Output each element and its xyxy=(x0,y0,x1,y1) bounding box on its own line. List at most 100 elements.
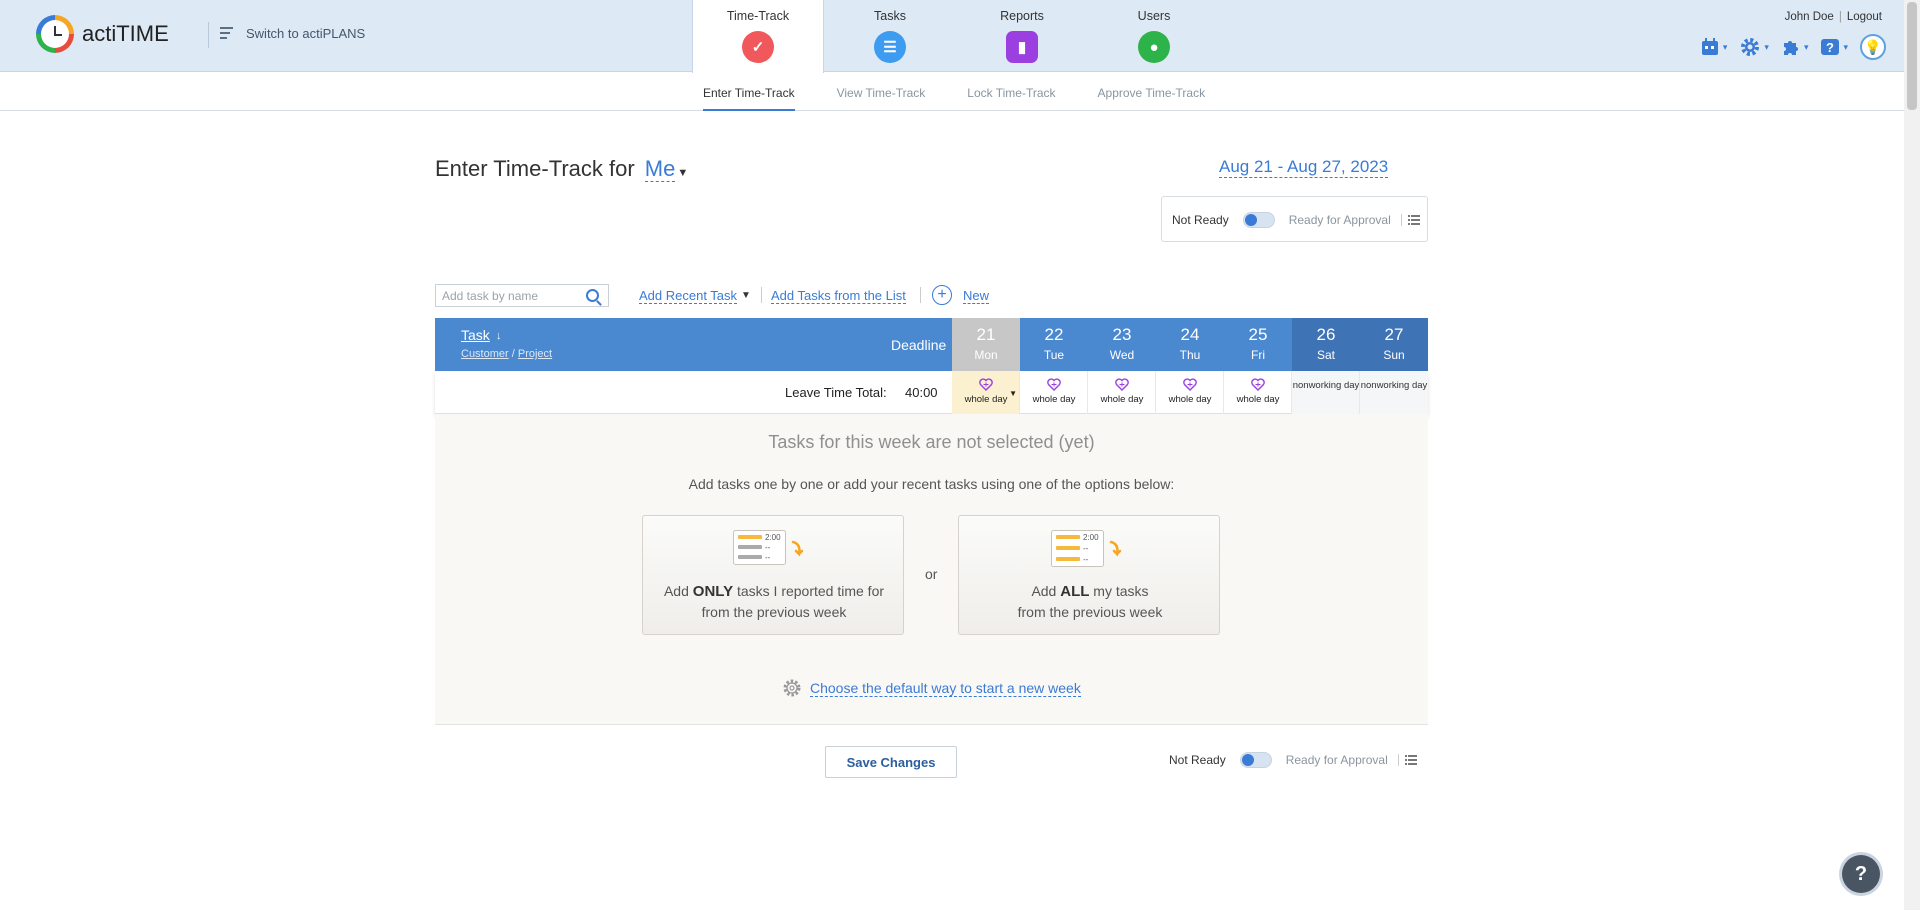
day-number: 21 xyxy=(976,325,996,344)
tab-tasks[interactable]: Tasks ☰ xyxy=(824,0,956,72)
switch-to-actiplans-link[interactable]: Switch to actiPLANS xyxy=(218,25,365,41)
leave-cell-mon[interactable]: whole day ▼ xyxy=(952,371,1020,414)
new-task-link[interactable]: New xyxy=(963,288,990,304)
lightbulb-icon[interactable]: 💡 xyxy=(1860,34,1886,60)
scrollbar-thumb[interactable] xyxy=(1907,2,1917,110)
toolbar-separator xyxy=(761,287,762,303)
doc-lines-icon xyxy=(218,25,236,41)
project-sort[interactable]: Project xyxy=(518,348,552,360)
day-header-sun: 27 Sun xyxy=(1360,318,1428,371)
list-icon: ☰ xyxy=(874,31,906,63)
approval-status-box: Not Ready Ready for Approval xyxy=(1161,196,1428,242)
caret-down-icon[interactable]: ▼ xyxy=(1009,389,1017,398)
actitime-logo[interactable]: actiTIME xyxy=(36,15,169,53)
logout-link[interactable]: Logout xyxy=(1847,11,1882,23)
chevron-down-icon: ▾ xyxy=(1843,41,1848,52)
save-changes-button[interactable]: Save Changes xyxy=(825,746,957,778)
addons-menu[interactable]: ▾ xyxy=(1781,37,1808,57)
page-title: Enter Time-Track for Me ▼ xyxy=(435,156,688,182)
leave-cell-text: nonworking day xyxy=(1360,380,1428,391)
help-menu[interactable]: ? ▾ xyxy=(1820,37,1848,57)
caret-down-icon[interactable]: ▼ xyxy=(677,167,688,179)
default-week-start-link[interactable]: Choose the default way to start a new we… xyxy=(782,678,1081,698)
option-dash-text: -- xyxy=(1083,555,1089,564)
tab-reports[interactable]: Reports ▮ xyxy=(956,0,1088,72)
customer-sort[interactable]: Customer xyxy=(461,348,509,360)
leave-cell-thu[interactable]: whole day xyxy=(1156,371,1224,414)
subtab-approve-time-track[interactable]: Approve Time-Track xyxy=(1098,86,1206,111)
option-bold: ALL xyxy=(1060,583,1090,600)
tab-label: Tasks xyxy=(874,9,906,23)
leave-cell-tue[interactable]: whole day xyxy=(1020,371,1088,414)
day-name: Sat xyxy=(1316,348,1335,362)
main-nav-tabs: Time-Track ✓ Tasks ☰ Reports ▮ Users ● xyxy=(692,0,1220,73)
task-search-box xyxy=(435,284,609,307)
add-all-tasks-button[interactable]: 2:00 -- -- Add ALL my tasks from the pre… xyxy=(958,515,1220,635)
calendar-menu[interactable]: ▾ xyxy=(1700,37,1728,57)
add-only-reported-tasks-button[interactable]: 2:00 -- -- Add ONLY tasks I reported tim… xyxy=(642,515,904,635)
help-floating-button[interactable]: ? xyxy=(1842,855,1880,893)
leave-cell-wed[interactable]: whole day xyxy=(1088,371,1156,414)
week-date-range[interactable]: Aug 21 - Aug 27, 2023 xyxy=(1219,157,1389,178)
vertical-scrollbar[interactable] xyxy=(1904,0,1920,910)
task-column-sort[interactable]: Task xyxy=(461,327,490,343)
leave-cell-text: whole day xyxy=(1168,394,1212,405)
timetrack-table-header: Task ↓ Customer / Project Deadline 21 Mo… xyxy=(435,318,1428,371)
day-name: Sun xyxy=(1383,348,1405,362)
add-task-input[interactable] xyxy=(436,288,582,303)
empty-subtitle: Add tasks one by one or add your recent … xyxy=(688,476,1175,492)
page-title-prefix: Enter Time-Track for xyxy=(435,156,635,181)
empty-week-panel: Tasks for this week are not selected (ye… xyxy=(435,414,1428,725)
task-subheader: Customer / Project xyxy=(461,348,552,360)
user-selector[interactable]: Me xyxy=(644,156,676,182)
leave-time-total: 40:00 xyxy=(905,385,938,400)
tab-users[interactable]: Users ● xyxy=(1088,0,1220,72)
user-name[interactable]: John Doe xyxy=(1785,11,1834,23)
option-text: my tasks xyxy=(1089,583,1149,599)
day-number: 27 xyxy=(1384,325,1404,344)
subtab-enter-time-track[interactable]: Enter Time-Track xyxy=(703,86,795,111)
day-name: Fri xyxy=(1251,348,1265,362)
sort-arrow-icon[interactable]: ↓ xyxy=(496,330,502,342)
default-week-start-text[interactable]: Choose the default way to start a new we… xyxy=(810,680,1081,697)
leave-cell-text: nonworking day xyxy=(1292,380,1360,391)
tab-label: Reports xyxy=(1000,9,1044,23)
settings-menu[interactable]: ▾ xyxy=(1739,36,1769,58)
chevron-down-icon: ▾ xyxy=(1722,41,1728,52)
user-area: John Doe | Logout xyxy=(1784,11,1882,23)
option-time-text: 2:00 xyxy=(1083,533,1099,542)
leave-heart-icon xyxy=(1115,378,1129,391)
day-header-mon: 21 Mon xyxy=(952,318,1020,371)
empty-title: Tasks for this week are not selected (ye… xyxy=(768,432,1095,452)
check-icon: ✓ xyxy=(742,31,774,63)
top-header: actiTIME Switch to actiPLANS Time-Track … xyxy=(0,0,1920,73)
approval-toggle[interactable] xyxy=(1239,752,1272,768)
list-icon[interactable] xyxy=(1400,214,1420,226)
subtab-lock-time-track[interactable]: Lock Time-Track xyxy=(967,86,1055,111)
switch-label: Switch to actiPLANS xyxy=(246,25,366,41)
option-text: Add xyxy=(1031,583,1061,599)
chevron-down-icon: ▾ xyxy=(1764,41,1769,52)
subtab-view-time-track[interactable]: View Time-Track xyxy=(837,86,926,111)
chart-icon: ▮ xyxy=(1006,31,1038,63)
day-header-wed: 23 Wed xyxy=(1088,318,1156,371)
search-icon[interactable] xyxy=(586,289,599,302)
day-number: 26 xyxy=(1316,325,1336,344)
caret-down-icon[interactable]: ▼ xyxy=(741,290,751,301)
approval-toggle[interactable] xyxy=(1242,212,1275,228)
day-number: 22 xyxy=(1044,325,1064,344)
logo-text: actiTIME xyxy=(82,21,169,46)
day-number: 25 xyxy=(1248,325,1268,344)
day-header-fri: 25 Fri xyxy=(1224,318,1292,371)
leave-cell-sun: nonworking day xyxy=(1360,371,1428,414)
add-tasks-from-list-link[interactable]: Add Tasks from the List xyxy=(771,288,906,304)
user-icon: ● xyxy=(1138,31,1170,63)
leave-time-row: Leave Time Total: 40:00 whole day ▼ whol… xyxy=(435,371,1428,414)
sub-slash: / xyxy=(511,348,515,360)
list-icon[interactable] xyxy=(1397,754,1417,766)
plus-circle-icon[interactable]: + xyxy=(932,285,952,305)
add-recent-task-link[interactable]: Add Recent Task xyxy=(639,288,738,304)
tab-time-track[interactable]: Time-Track ✓ xyxy=(692,0,824,73)
option-text-line2: from the previous week xyxy=(1017,604,1163,620)
leave-cell-fri[interactable]: whole day xyxy=(1224,371,1292,414)
